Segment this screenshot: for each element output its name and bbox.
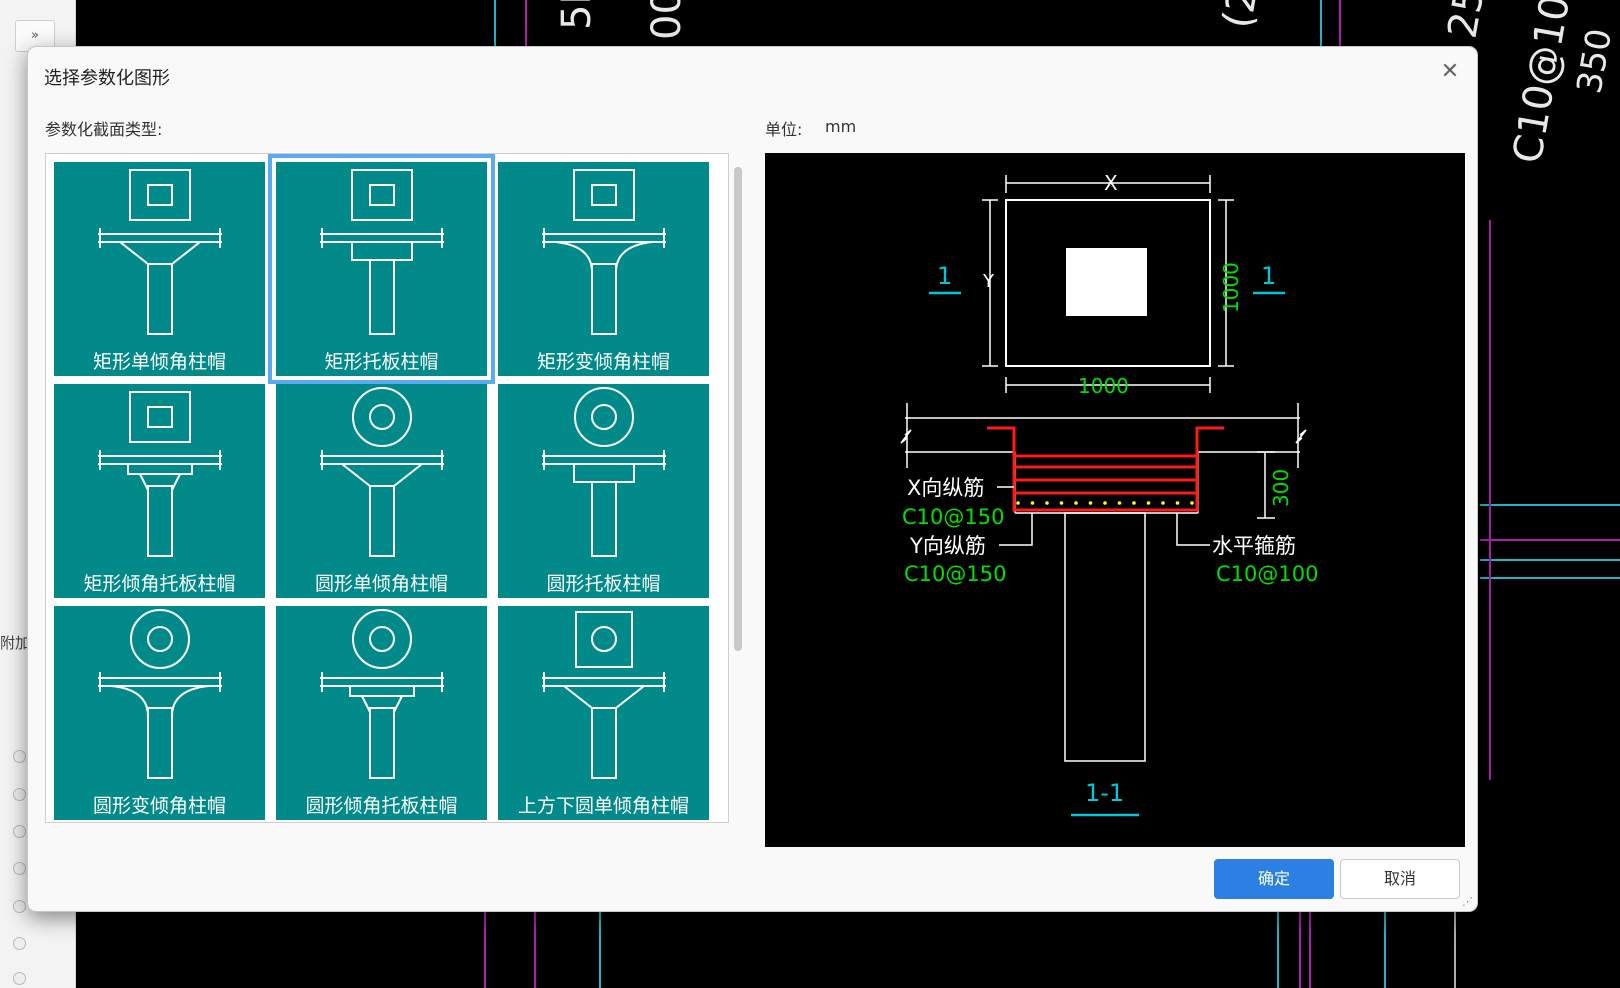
y-rebar-dots bbox=[1016, 501, 1194, 505]
cancel-button[interactable]: 取消 bbox=[1340, 859, 1460, 899]
radio-option[interactable] bbox=[13, 862, 26, 875]
shape-thumbnail-icon bbox=[542, 169, 666, 335]
shape-tile[interactable]: 矩形倾角托板柱帽 bbox=[54, 384, 265, 598]
shape-tile[interactable]: 圆形变倾角柱帽 bbox=[54, 606, 265, 820]
rebar-dot bbox=[1016, 501, 1020, 505]
shape-preview: X Y 1000 1000 1 1 300 X向纵筋 C10@150 Y向纵筋 … bbox=[765, 153, 1465, 847]
side-label-fujia: 附加 bbox=[0, 634, 31, 652]
shape-tile-label: 圆形变倾角柱帽 bbox=[92, 795, 226, 817]
shape-thumbnail-icon bbox=[98, 391, 222, 557]
dim-y-label: Y bbox=[982, 271, 995, 292]
section-mark-right: 1 bbox=[1261, 262, 1276, 290]
stirrup-label: 水平箍筋 bbox=[1212, 534, 1296, 558]
rebar-dot bbox=[1161, 501, 1165, 505]
rebar-dot bbox=[1146, 501, 1151, 505]
radio-option[interactable] bbox=[13, 788, 26, 801]
close-icon[interactable]: ✕ bbox=[1439, 61, 1461, 83]
shape-tile-label: 上方下圆单倾角柱帽 bbox=[517, 795, 689, 817]
rebar-dot bbox=[1030, 501, 1035, 505]
radio-option[interactable] bbox=[13, 825, 26, 838]
y-rebar-label: Y向纵筋 bbox=[909, 534, 986, 558]
resize-grip-icon[interactable]: ⋰ bbox=[1462, 895, 1473, 908]
rebar-dot bbox=[1117, 501, 1122, 505]
shape-tile[interactable]: 圆形单倾角柱帽 bbox=[276, 384, 487, 598]
shape-tile[interactable]: 圆形倾角托板柱帽 bbox=[276, 606, 487, 820]
shape-tile[interactable]: 圆形托板柱帽 bbox=[498, 384, 709, 598]
shape-tile[interactable]: 矩形单倾角柱帽 bbox=[54, 162, 265, 376]
shape-tile-label: 矩形托板柱帽 bbox=[324, 351, 439, 373]
rebar-dot bbox=[1088, 501, 1093, 505]
shape-tile-label: 矩形单倾角柱帽 bbox=[92, 351, 226, 373]
rebar-cage bbox=[987, 426, 1224, 512]
shape-thumbnail-icon bbox=[320, 169, 444, 335]
shape-tile[interactable]: 矩形变倾角柱帽 bbox=[498, 162, 709, 376]
stirrup-spec: C10@100 bbox=[1216, 562, 1318, 586]
shape-thumbnail-icon bbox=[320, 609, 444, 779]
plan-column bbox=[1066, 248, 1147, 316]
shape-thumbnail-icon bbox=[542, 611, 666, 779]
x-rebar-label: X向纵筋 bbox=[907, 476, 984, 500]
dim-bottom-value: 1000 bbox=[1078, 374, 1129, 398]
radio-option[interactable] bbox=[13, 937, 26, 950]
shape-thumbnail-icon bbox=[98, 169, 222, 335]
dim-x-label: X bbox=[1104, 171, 1118, 195]
y-rebar-spec: C10@150 bbox=[904, 562, 1006, 586]
shape-thumbnail-icon bbox=[542, 387, 666, 557]
shape-tile-label: 圆形倾角托板柱帽 bbox=[305, 795, 458, 817]
ok-button[interactable]: 确定 bbox=[1214, 859, 1334, 899]
shape-tile[interactable]: 上方下圆单倾角柱帽 bbox=[498, 606, 709, 820]
x-rebar-spec: C10@150 bbox=[902, 505, 1004, 529]
shape-tile-label: 圆形单倾角柱帽 bbox=[314, 573, 448, 595]
section-type-label: 参数化截面类型: bbox=[45, 120, 163, 139]
rebar-dot bbox=[1059, 501, 1064, 505]
unit-value: mm bbox=[825, 117, 857, 136]
gallery-scrollbar[interactable] bbox=[734, 167, 742, 651]
rebar-dot bbox=[1132, 501, 1136, 505]
rebar-dot bbox=[1103, 501, 1107, 505]
cad-text-4: 25 bbox=[1440, 0, 1494, 42]
shape-gallery: 矩形单倾角柱帽 矩形托板柱帽 矩形变倾角柱帽矩形倾角托板柱帽 圆形单倾角柱帽 圆形托板柱… bbox=[45, 153, 729, 823]
shape-thumbnail-icon bbox=[98, 609, 222, 779]
rebar-dot bbox=[1175, 501, 1180, 505]
dialog-title: 选择参数化图形 bbox=[44, 68, 170, 89]
preview-drawing: X Y 1000 1000 1 1 300 X向纵筋 C10@150 Y向纵筋 … bbox=[900, 171, 1318, 817]
rebar-dot bbox=[1045, 501, 1049, 505]
rebar-dot bbox=[1190, 501, 1194, 505]
dim-right-value: 1000 bbox=[1219, 262, 1243, 313]
unit-label: 单位: bbox=[765, 120, 803, 139]
select-parametric-shape-dialog: 选择参数化图形 ✕ 参数化截面类型: 单位: mm 矩形单倾角柱帽 矩形托板柱帽矩… bbox=[27, 46, 1478, 912]
section-title: 1-1 bbox=[1085, 779, 1124, 807]
shape-tile-label: 矩形倾角托板柱帽 bbox=[83, 573, 236, 595]
depth-dim-value: 300 bbox=[1269, 469, 1293, 507]
shape-tile[interactable]: 矩形托板柱帽 bbox=[268, 154, 495, 384]
cad-text-2: 00 bbox=[644, 0, 690, 40]
shape-tile-label: 圆形托板柱帽 bbox=[546, 573, 661, 595]
shape-thumbnail-icon bbox=[320, 387, 444, 557]
cad-text-1: 5E bbox=[554, 0, 600, 30]
radio-option[interactable] bbox=[13, 972, 26, 985]
section-mark-left: 1 bbox=[937, 262, 952, 290]
shape-tile-label: 矩形变倾角柱帽 bbox=[536, 351, 670, 373]
radio-option[interactable] bbox=[13, 900, 26, 913]
radio-option[interactable] bbox=[13, 750, 26, 763]
rebar-dot bbox=[1074, 501, 1078, 505]
leader-lines bbox=[997, 486, 1210, 546]
